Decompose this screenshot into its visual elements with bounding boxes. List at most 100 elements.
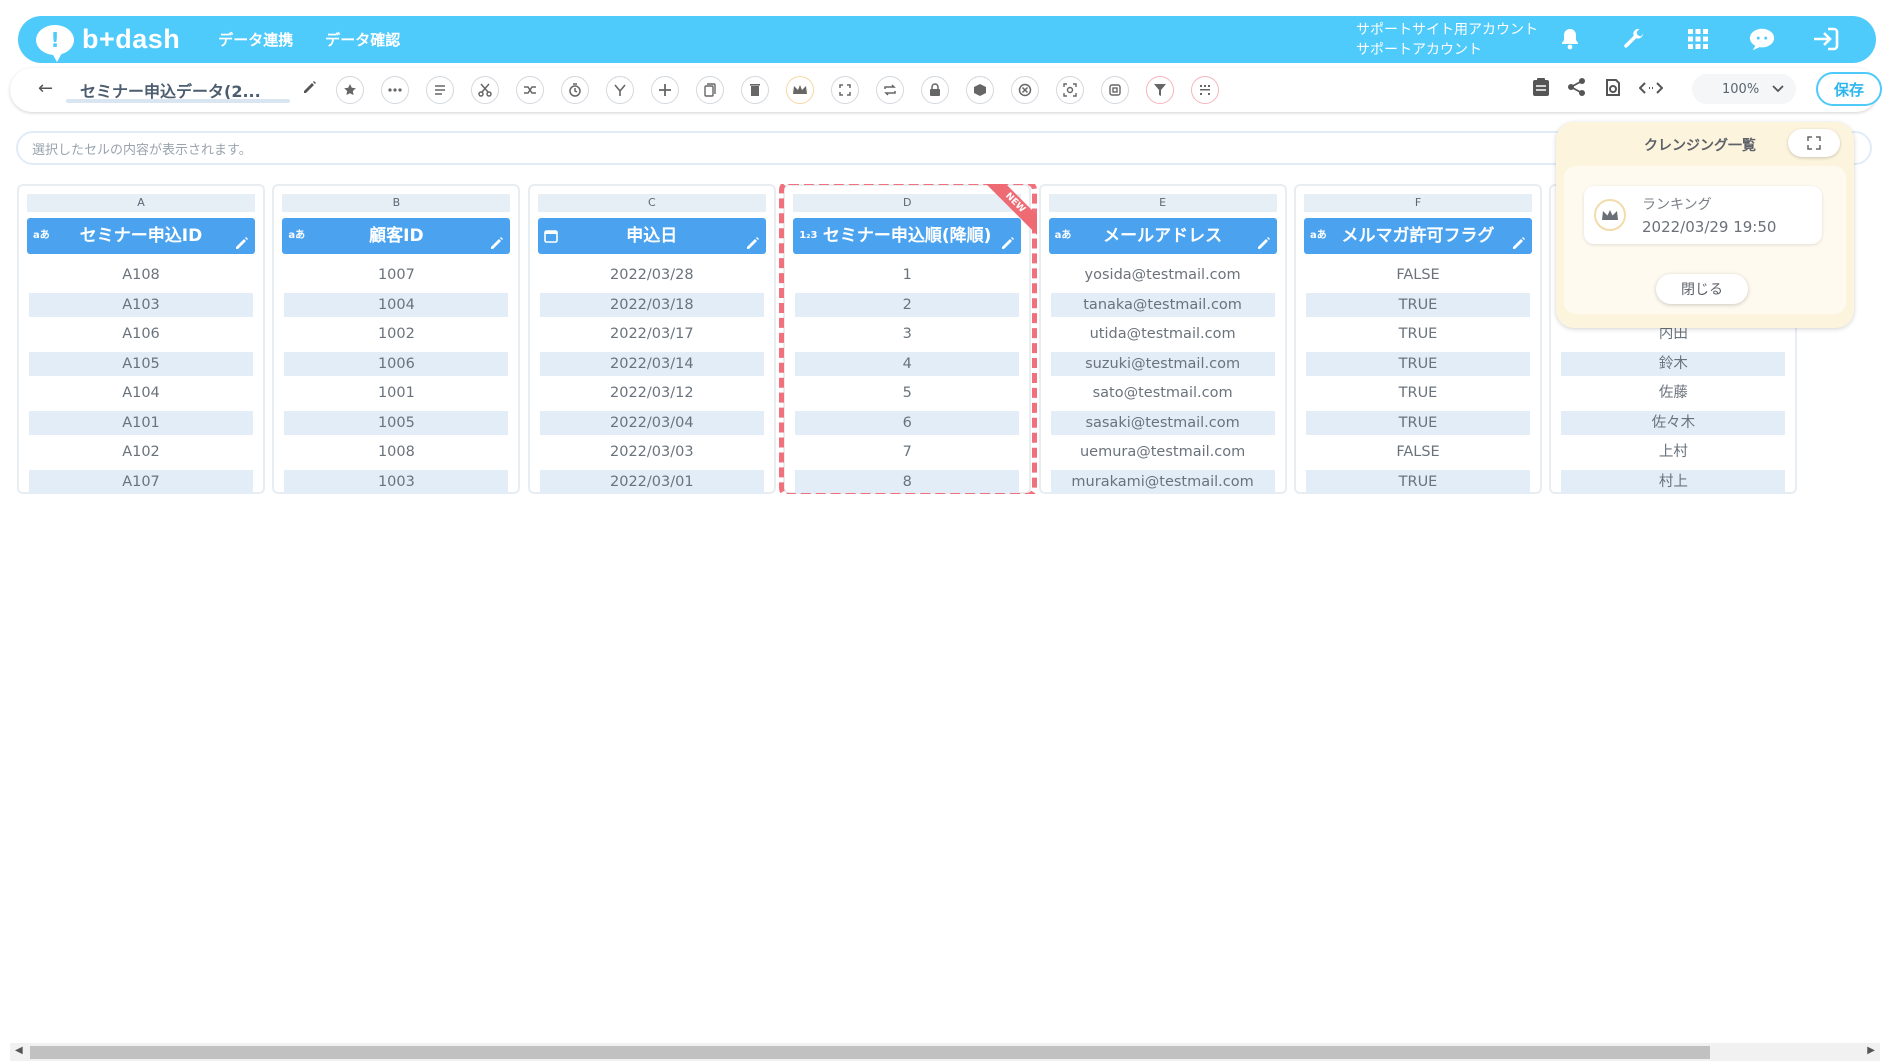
grid-cell[interactable]: A107 <box>29 469 253 494</box>
grid-cell[interactable]: 1004 <box>284 292 509 317</box>
grid-cell[interactable]: TRUE <box>1306 410 1530 435</box>
edit-column-icon[interactable] <box>746 227 760 263</box>
scrollbar-thumb[interactable] <box>30 1046 1710 1059</box>
chatbot-icon[interactable] <box>1748 25 1776 53</box>
column-letter[interactable]: B <box>282 194 511 212</box>
crown-icon[interactable] <box>786 76 814 104</box>
scroll-right-icon[interactable]: ▶ <box>1867 1045 1875 1056</box>
grid-cell[interactable]: murakami@testmail.com <box>1050 469 1275 494</box>
grid-cell[interactable]: 2022/03/17 <box>540 322 764 346</box>
repeat-icon[interactable] <box>876 76 904 104</box>
edit-column-icon[interactable] <box>490 227 504 263</box>
logout-icon[interactable] <box>1812 25 1840 53</box>
grid-cell[interactable]: TRUE <box>1306 351 1530 376</box>
grid-cell[interactable]: 2022/03/18 <box>539 292 764 317</box>
nav-data-link[interactable]: データ連携 <box>218 29 293 50</box>
cancel-circle-icon[interactable] <box>1011 76 1039 104</box>
grid-cell[interactable]: 2022/03/03 <box>540 440 764 464</box>
share-icon[interactable] <box>1567 77 1587 101</box>
reload-doc-icon[interactable] <box>1604 77 1622 101</box>
plus-icon[interactable] <box>651 76 679 104</box>
edit-column-icon[interactable] <box>1512 227 1526 263</box>
grid-cell[interactable]: FALSE <box>1306 263 1530 287</box>
grid-cell[interactable]: tanaka@testmail.com <box>1050 292 1275 317</box>
column-letter[interactable]: A <box>27 194 255 212</box>
code-icon[interactable] <box>1638 80 1664 99</box>
lock-data-icon[interactable] <box>921 76 949 104</box>
scroll-left-icon[interactable]: ◀ <box>15 1045 23 1056</box>
grid-cell[interactable]: utida@testmail.com <box>1051 322 1275 346</box>
grid-cell[interactable]: yosida@testmail.com <box>1051 263 1275 287</box>
bdash-logo[interactable]: ! b+dash <box>36 24 180 62</box>
grid-cell[interactable]: 1005 <box>284 410 509 435</box>
column-letter[interactable]: C <box>537 194 766 212</box>
grid-cell[interactable]: 鈴木 <box>1561 351 1786 376</box>
refresh-frame-icon[interactable] <box>1056 76 1084 104</box>
fullscreen-button[interactable] <box>1788 129 1840 157</box>
grid-cell[interactable]: 1007 <box>284 263 508 287</box>
account-info[interactable]: サポートサイト用アカウント サポートアカウント <box>1356 20 1538 60</box>
dedupe-icon[interactable] <box>1191 76 1219 104</box>
grid-cell[interactable]: suzuki@testmail.com <box>1050 351 1275 376</box>
back-arrow-icon[interactable]: ← <box>38 78 53 99</box>
grid-cell[interactable]: 2022/03/04 <box>539 410 764 435</box>
frame-icon[interactable] <box>1101 76 1129 104</box>
column-header[interactable]: 申込日 <box>537 218 766 254</box>
grid-cell[interactable]: TRUE <box>1306 322 1530 346</box>
column-letter[interactable]: E <box>1048 194 1277 212</box>
grid-cell[interactable]: uemura@testmail.com <box>1051 440 1275 464</box>
scissors-icon[interactable] <box>471 76 499 104</box>
grid-cell[interactable]: 佐々木 <box>1561 410 1786 435</box>
grid-cell[interactable]: 1002 <box>284 322 508 346</box>
grid-cell[interactable]: 上村 <box>1561 440 1785 464</box>
copy-icon[interactable] <box>696 76 724 104</box>
merge-icon[interactable] <box>516 76 544 104</box>
cleansing-item[interactable]: ランキング 2022/03/29 19:50 <box>1584 186 1822 244</box>
nav-data-check[interactable]: データ確認 <box>325 29 400 50</box>
grid-cell[interactable]: 2022/03/28 <box>540 263 764 287</box>
grid-cell[interactable]: 佐藤 <box>1561 381 1785 405</box>
grid-cell[interactable]: A105 <box>29 351 253 376</box>
grid-cell[interactable]: sato@testmail.com <box>1051 381 1275 405</box>
close-button[interactable]: 閉じる <box>1656 274 1748 304</box>
grid-cell[interactable]: 2022/03/01 <box>539 469 764 494</box>
column-header[interactable]: メルマガ許可フラグ aあ <box>1304 218 1532 254</box>
grid-cell[interactable]: 1008 <box>284 440 508 464</box>
box-icon[interactable] <box>966 76 994 104</box>
grid-cell[interactable]: TRUE <box>1306 381 1530 405</box>
grid-cell[interactable]: 1003 <box>284 469 509 494</box>
timer-icon[interactable] <box>561 76 589 104</box>
grid-cell[interactable]: FALSE <box>1306 440 1530 464</box>
column-header[interactable]: セミナー申込ID aあ <box>27 218 255 254</box>
save-button[interactable]: 保存 <box>1816 72 1882 106</box>
more-icon[interactable] <box>381 76 409 104</box>
apps-grid-icon[interactable] <box>1684 25 1712 53</box>
grid-cell[interactable]: 2022/03/12 <box>540 381 764 405</box>
grid-cell[interactable]: 1001 <box>284 381 508 405</box>
lines-icon[interactable] <box>426 76 454 104</box>
branch-icon[interactable] <box>606 76 634 104</box>
column-header[interactable]: 顧客ID aあ <box>282 218 511 254</box>
grid-cell[interactable]: A104 <box>29 381 253 405</box>
rename-pencil-icon[interactable] <box>302 79 318 99</box>
star-icon[interactable] <box>336 76 364 104</box>
zoom-select[interactable]: 100% <box>1692 74 1796 104</box>
grid-cell[interactable]: A102 <box>29 440 253 464</box>
grid-cell[interactable]: 2022/03/14 <box>539 351 764 376</box>
grid-cell[interactable]: 1006 <box>284 351 509 376</box>
grid-cell[interactable]: TRUE <box>1306 469 1530 494</box>
edit-column-icon[interactable] <box>235 227 249 263</box>
column-letter[interactable]: F <box>1304 194 1532 212</box>
filter-icon[interactable] <box>1146 76 1174 104</box>
grid-cell[interactable]: A108 <box>29 263 253 287</box>
grid-cell[interactable]: sasaki@testmail.com <box>1050 410 1275 435</box>
wrench-icon[interactable] <box>1620 25 1648 53</box>
grid-cell[interactable]: A106 <box>29 322 253 346</box>
column-header[interactable]: メールアドレス aあ <box>1048 218 1277 254</box>
expand-icon[interactable] <box>831 76 859 104</box>
clipboard-icon[interactable] <box>1532 77 1550 101</box>
grid-cell[interactable]: 村上 <box>1561 469 1786 494</box>
grid-cell[interactable]: A103 <box>29 292 253 317</box>
grid-cell[interactable]: A101 <box>29 410 253 435</box>
horizontal-scrollbar[interactable]: ◀ ▶ <box>10 1043 1880 1061</box>
